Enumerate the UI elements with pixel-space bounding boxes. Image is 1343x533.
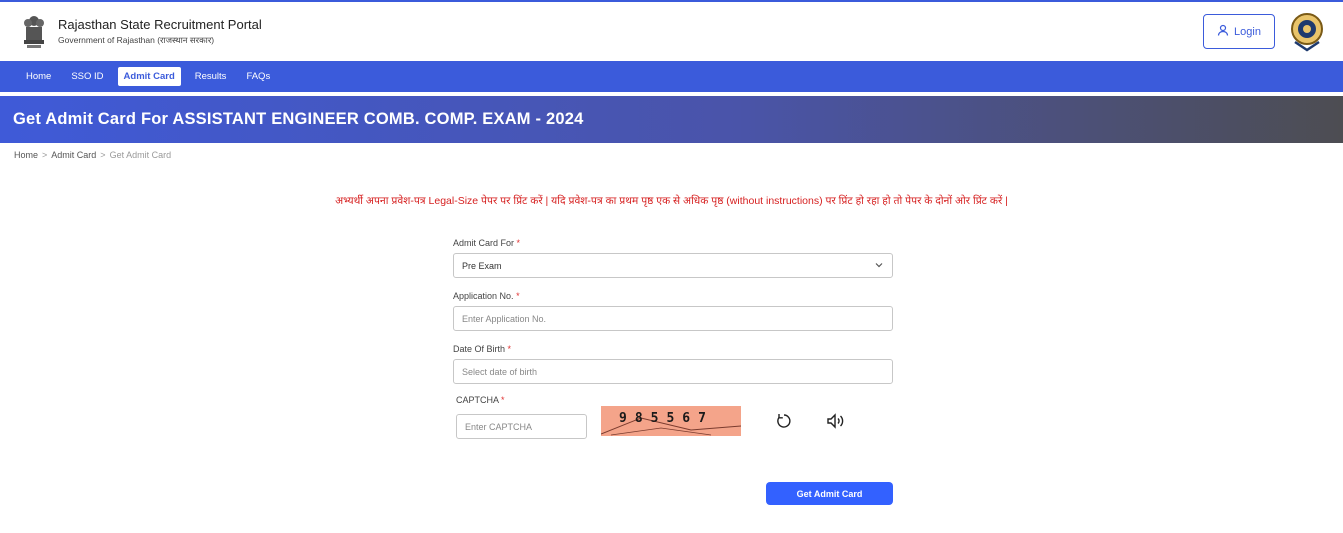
seal-icon xyxy=(1289,12,1325,52)
site-subtitle: Government of Rajasthan (राजस्थान सरकार) xyxy=(58,35,215,45)
main-nav: Home SSO ID Admit Card Results FAQs xyxy=(0,61,1343,92)
captcha-input[interactable]: Enter CAPTCHA xyxy=(456,414,587,439)
speaker-icon[interactable] xyxy=(826,411,846,431)
login-button[interactable]: Login xyxy=(1203,14,1275,49)
captcha-placeholder: Enter CAPTCHA xyxy=(465,421,533,432)
application-no-input[interactable]: Enter Application No. xyxy=(453,306,893,331)
dob-input[interactable]: Select date of birth xyxy=(453,359,893,384)
page-title: Get Admit Card For ASSISTANT ENGINEER CO… xyxy=(13,110,584,128)
chevron-down-icon xyxy=(874,260,884,272)
application-no-placeholder: Enter Application No. xyxy=(462,313,547,324)
admit-card-for-select[interactable]: Pre Exam xyxy=(453,253,893,278)
nav-results[interactable]: Results xyxy=(189,67,233,86)
captcha-image: 985567 xyxy=(601,405,741,436)
user-icon xyxy=(1217,24,1229,39)
captcha-code: 985567 xyxy=(619,410,714,426)
nav-home[interactable]: Home xyxy=(20,67,57,86)
dob-label: Date Of Birth * xyxy=(453,344,512,354)
dob-placeholder: Select date of birth xyxy=(462,366,538,377)
site-header: Rajasthan State Recruitment Portal Gover… xyxy=(0,2,1343,61)
required-mark: * xyxy=(516,238,521,248)
breadcrumb-home[interactable]: Home xyxy=(14,150,38,160)
admit-card-for-label: Admit Card For * xyxy=(453,238,521,248)
nav-sso-id[interactable]: SSO ID xyxy=(65,67,109,86)
admit-card-for-value: Pre Exam xyxy=(462,260,502,271)
admit-card-form: Admit Card For * Pre Exam Application No… xyxy=(453,238,893,449)
required-mark: * xyxy=(501,395,505,405)
page-banner: Get Admit Card For ASSISTANT ENGINEER CO… xyxy=(0,96,1343,143)
required-mark: * xyxy=(507,344,512,354)
required-mark: * xyxy=(516,291,520,301)
nav-faqs[interactable]: FAQs xyxy=(240,67,276,86)
breadcrumb-separator: > xyxy=(100,150,106,160)
application-no-label: Application No. * xyxy=(453,291,520,301)
login-label: Login xyxy=(1234,25,1261,38)
breadcrumb-separator: > xyxy=(42,150,48,160)
breadcrumb: Home > Admit Card > Get Admit Card xyxy=(0,143,1343,160)
refresh-icon[interactable] xyxy=(774,411,794,431)
nav-admit-card[interactable]: Admit Card xyxy=(117,67,181,86)
breadcrumb-current: Get Admit Card xyxy=(109,150,172,160)
breadcrumb-admit-card[interactable]: Admit Card xyxy=(51,150,96,160)
site-title: Rajasthan State Recruitment Portal xyxy=(58,17,262,32)
get-admit-card-button[interactable]: Get Admit Card xyxy=(766,482,893,505)
emblem-icon xyxy=(20,12,48,52)
brand[interactable]: Rajasthan State Recruitment Portal Gover… xyxy=(20,12,262,52)
print-notice: अभ्यर्थी अपना प्रवेश-पत्र Legal-Size पेप… xyxy=(335,195,1008,207)
